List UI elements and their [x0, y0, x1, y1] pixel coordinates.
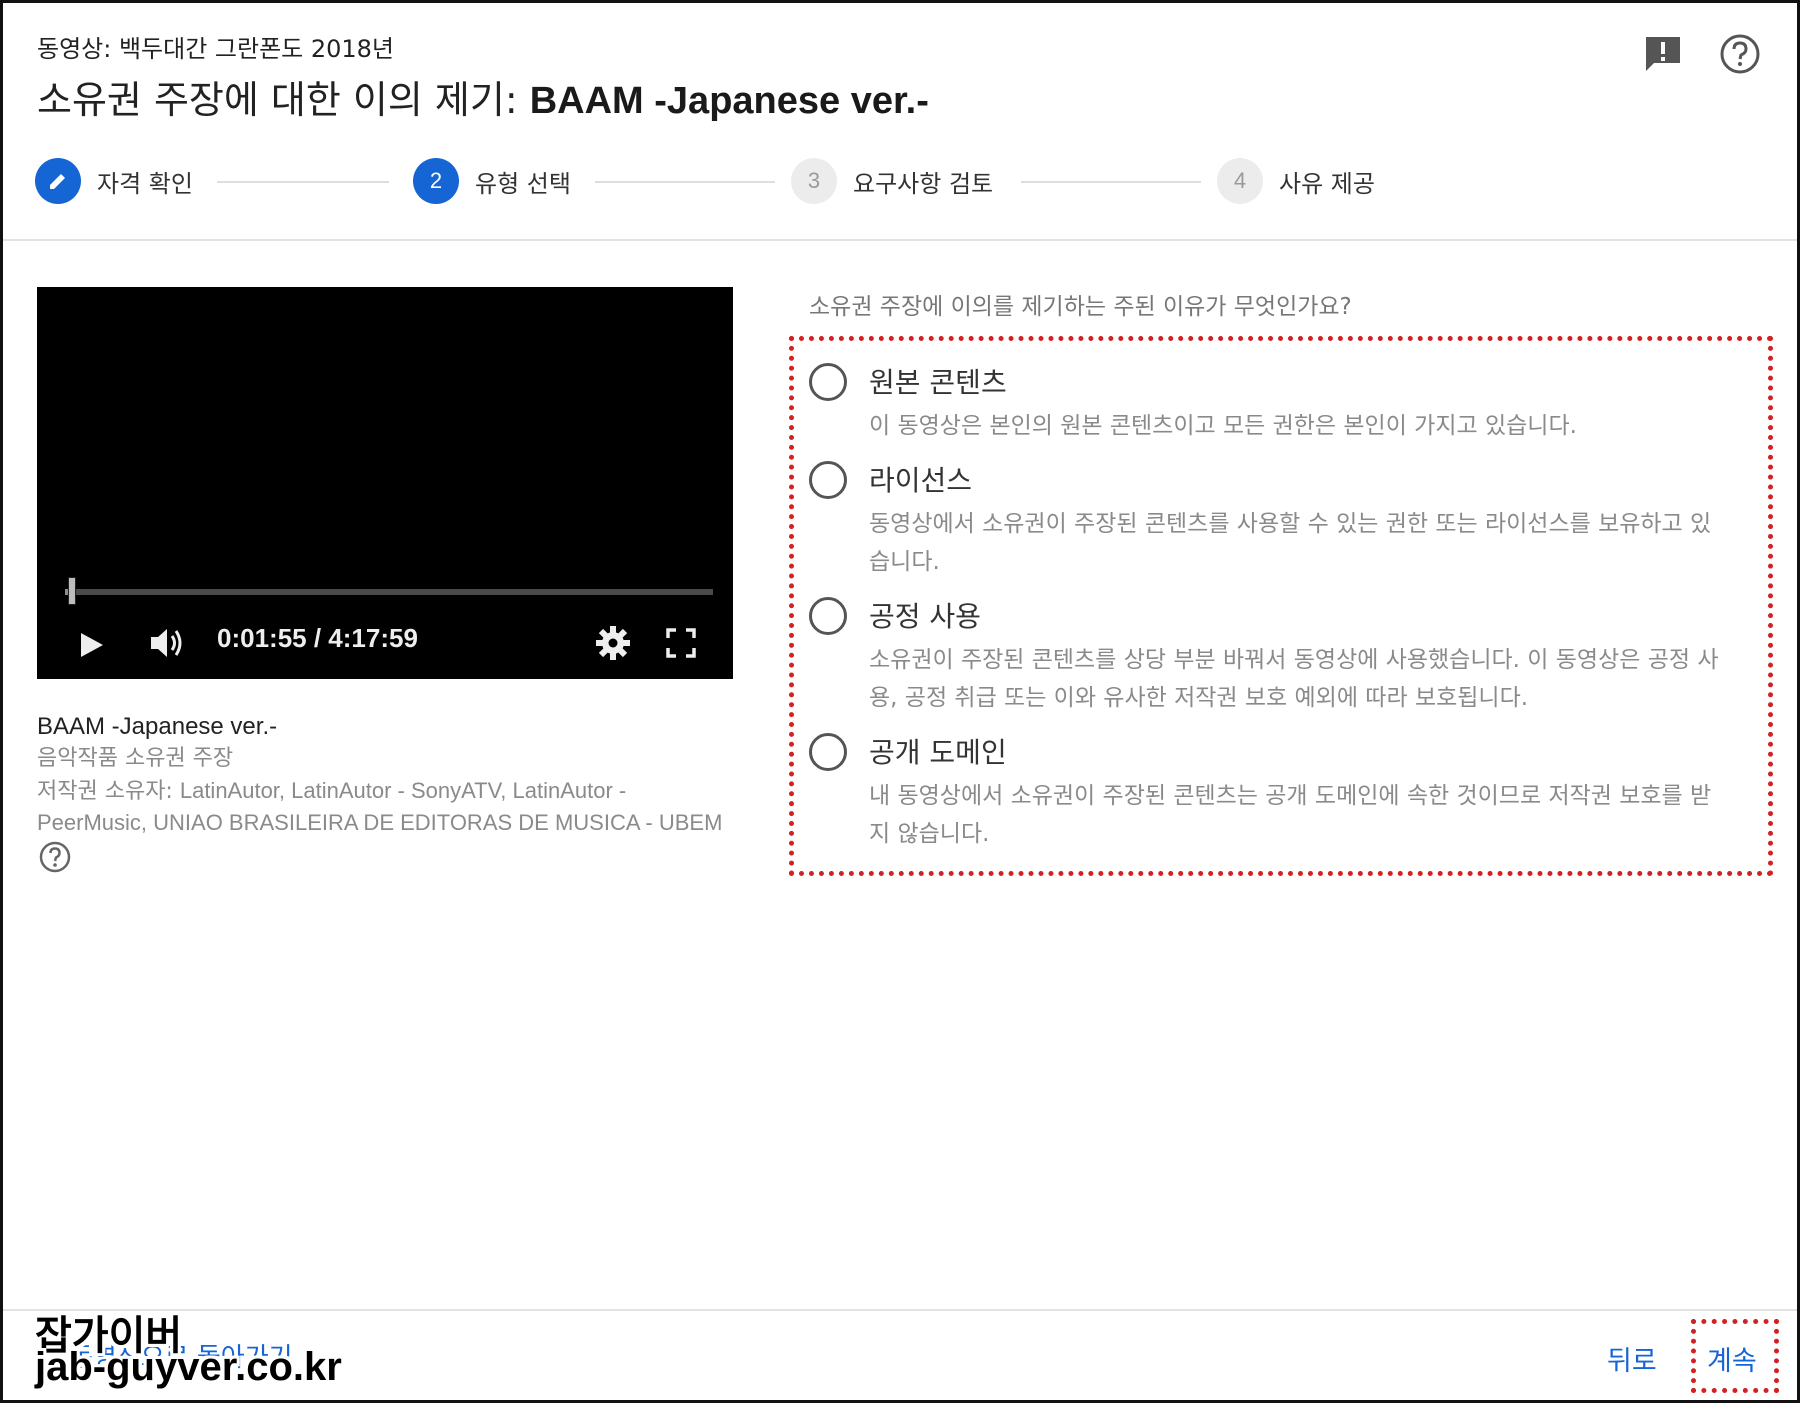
stepper: 자격 확인 2 유형 선택 3 요구사항 검토 4 사유 제공	[35, 157, 1535, 205]
claim-type: 음악작품 소유권 주장	[37, 746, 234, 771]
option-label: 공개 도메인	[869, 736, 1007, 769]
title-content-name: BAAM -Japanese ver.-	[529, 80, 929, 122]
footer-divider	[3, 1309, 1797, 1311]
step-connector	[595, 181, 775, 183]
option-label: 공정 사용	[869, 600, 981, 633]
step-type-select: 2 유형 선택	[413, 157, 571, 205]
step-label: 유형 선택	[475, 169, 571, 198]
step-reason: 4 사유 제공	[1217, 157, 1375, 205]
step-requirements: 3 요구사항 검토	[791, 157, 993, 205]
video-player[interactable]: 0:01:55 / 4:17:59	[37, 287, 733, 679]
time-display: 0:01:55 / 4:17:59	[217, 623, 418, 653]
step-connector	[1021, 181, 1201, 183]
video-info: BAAM -Japanese ver.- 음악작품 소유권 주장 저작권 소유자…	[37, 711, 737, 838]
gear-icon[interactable]	[593, 623, 633, 663]
step-number: 3	[791, 158, 837, 204]
title-prefix: 소유권 주장에 대한 이의 제기:	[37, 78, 530, 122]
claimed-content-title: BAAM -Japanese ver.-	[37, 713, 278, 740]
step-connector	[217, 181, 389, 183]
fullscreen-icon[interactable]	[663, 625, 699, 661]
option-description: 동영상에서 소유권이 주장된 콘텐츠를 사용할 수 있는 권한 또는 라이선스를…	[869, 511, 1712, 575]
help-icon[interactable]	[1717, 31, 1763, 77]
copyright-owner: 저작권 소유자: LatinAutor, LatinAutor - SonyAT…	[37, 775, 737, 838]
step-number: 4	[1217, 158, 1263, 204]
reason-question: 소유권 주장에 이의를 제기하는 주된 이유가 무엇인가요?	[809, 294, 1352, 320]
option-description: 소유권이 주장된 콘텐츠를 상당 부분 바꿔서 동영상에 사용했습니다. 이 동…	[869, 647, 1719, 711]
option-label: 원본 콘텐츠	[869, 366, 1007, 399]
radio-fair-use[interactable]	[809, 597, 847, 635]
step-label: 자격 확인	[97, 169, 193, 198]
dispute-dialog: 동영상: 백두대간 그란폰도 2018년 소유권 주장에 대한 이의 제기: B…	[0, 0, 1800, 1403]
radio-license[interactable]	[809, 461, 847, 499]
progress-bar[interactable]	[65, 589, 713, 595]
continue-button[interactable]: 계속	[1707, 1339, 1757, 1378]
option-description: 이 동영상은 본인의 원본 콘텐츠이고 모든 권한은 본인이 가지고 있습니다.	[869, 413, 1577, 439]
progress-handle[interactable]	[67, 577, 76, 605]
step-label: 요구사항 검토	[853, 169, 994, 198]
step-eligibility: 자격 확인	[35, 157, 193, 205]
back-button[interactable]: 뒤로	[1607, 1339, 1657, 1378]
step-label: 사유 제공	[1279, 169, 1375, 198]
claim-help-icon[interactable]	[37, 839, 73, 875]
play-icon[interactable]	[75, 627, 109, 663]
header-divider	[3, 239, 1797, 241]
watermark-url: jab-guyver.co.kr	[35, 1345, 342, 1389]
step-number: 2	[413, 158, 459, 204]
step-edit-icon	[35, 158, 81, 204]
page-title: 소유권 주장에 대한 이의 제기: BAAM -Japanese ver.-	[37, 69, 929, 124]
option-label: 라이선스	[869, 464, 973, 497]
option-description: 내 동영상에서 소유권이 주장된 콘텐츠는 공개 도메인에 속한 것이므로 저작…	[869, 783, 1712, 847]
feedback-icon[interactable]	[1640, 31, 1686, 77]
radio-public-domain[interactable]	[809, 733, 847, 771]
owner-label: 저작권 소유자:	[37, 779, 180, 804]
video-subtitle: 동영상: 백두대간 그란폰도 2018년	[37, 35, 395, 63]
volume-icon[interactable]	[147, 623, 187, 663]
radio-original-content[interactable]	[809, 363, 847, 401]
